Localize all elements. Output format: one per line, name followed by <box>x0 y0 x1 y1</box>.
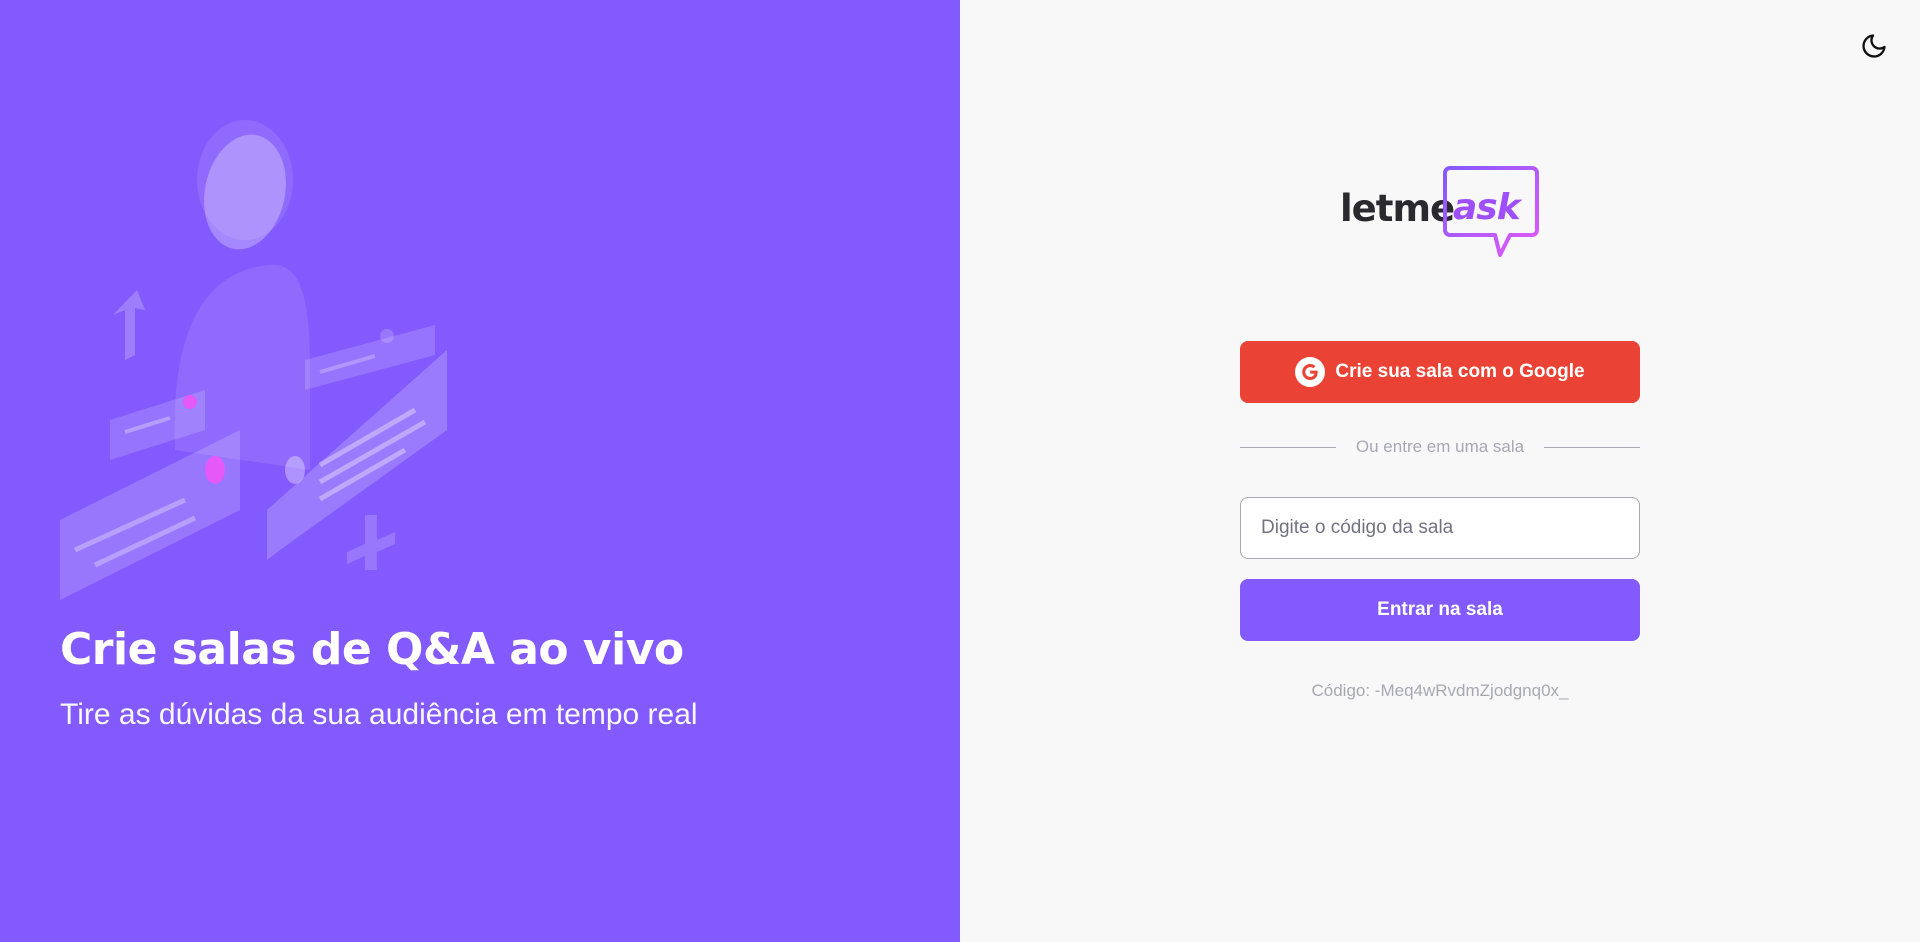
logo-wrap: letme ask <box>1340 165 1540 261</box>
google-button-label: Crie sua sala com o Google <box>1335 361 1585 382</box>
form-panel: letme ask Crie sua sala com o Google Ou … <box>960 0 1920 942</box>
hero-subtitle: Tire as dúvidas da sua audiência em temp… <box>60 698 698 731</box>
separator: Ou entre em uma sala <box>1240 437 1641 457</box>
moon-icon <box>1862 34 1886 58</box>
logo: letme ask <box>1240 165 1640 261</box>
logo-text-ask: ask <box>1453 187 1521 228</box>
separator-line-right <box>1544 446 1641 448</box>
form-content: letme ask Crie sua sala com o Google Ou … <box>1240 165 1641 701</box>
separator-text: Ou entre em uma sala <box>1355 437 1525 456</box>
separator-line-left <box>1240 446 1336 448</box>
room-code-text: Código: -Meq4wRvdmZjodgnq0x_ <box>1311 681 1569 700</box>
google-icon <box>1295 357 1326 387</box>
page: Crie salas de Q&A ao vivo Tire as dúvida… <box>0 0 1920 942</box>
join-room-form: Entrar na sala <box>1240 497 1640 641</box>
room-code-input[interactable] <box>1240 497 1640 559</box>
google-signin-button[interactable]: Crie sua sala com o Google <box>1240 341 1640 403</box>
enter-room-button[interactable]: Entrar na sala <box>1240 579 1640 641</box>
qa-illustration <box>60 120 447 600</box>
hero-panel: Crie salas de Q&A ao vivo Tire as dúvida… <box>0 0 960 942</box>
hero-title: Crie salas de Q&A ao vivo <box>60 624 684 675</box>
logo-text-letme: letme <box>1340 187 1455 230</box>
theme-toggle-button[interactable] <box>1856 28 1892 64</box>
